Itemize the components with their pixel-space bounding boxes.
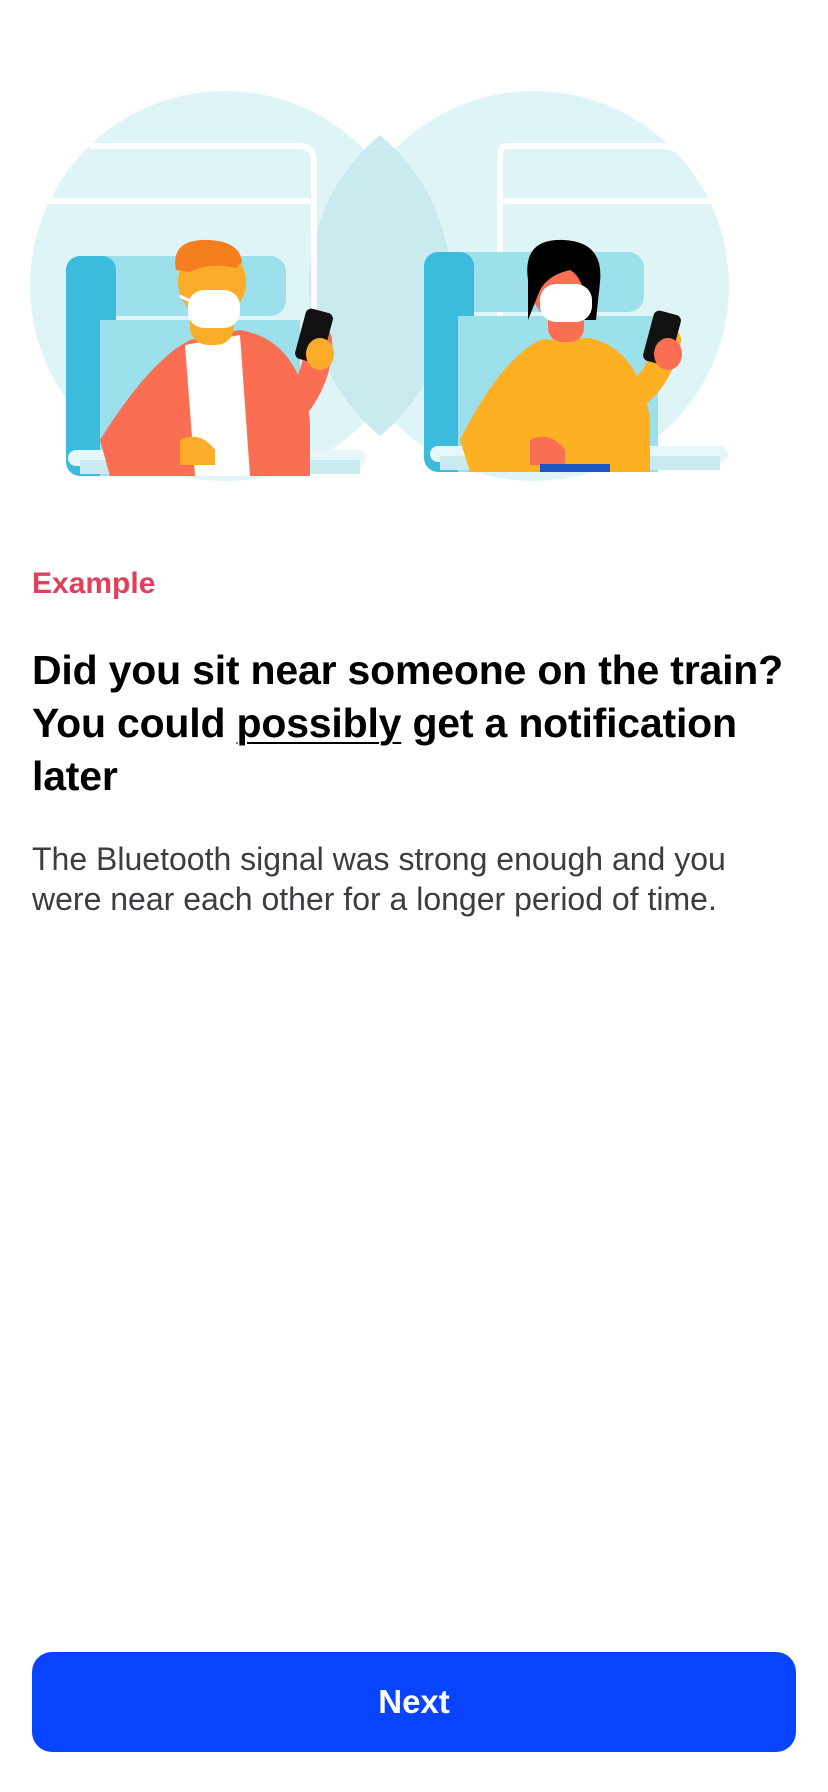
eyebrow-label: Example	[32, 567, 156, 600]
train-passengers-illustration	[0, 0, 828, 500]
content-section: Example Did you sit near someone on the …	[32, 566, 802, 919]
next-button[interactable]: Next	[32, 1652, 796, 1752]
body-text: The Bluetooth signal was strong enough a…	[32, 841, 726, 917]
title-emphasis: possibly	[236, 700, 402, 746]
page-title: Did you sit near someone on the train? Y…	[32, 644, 802, 803]
